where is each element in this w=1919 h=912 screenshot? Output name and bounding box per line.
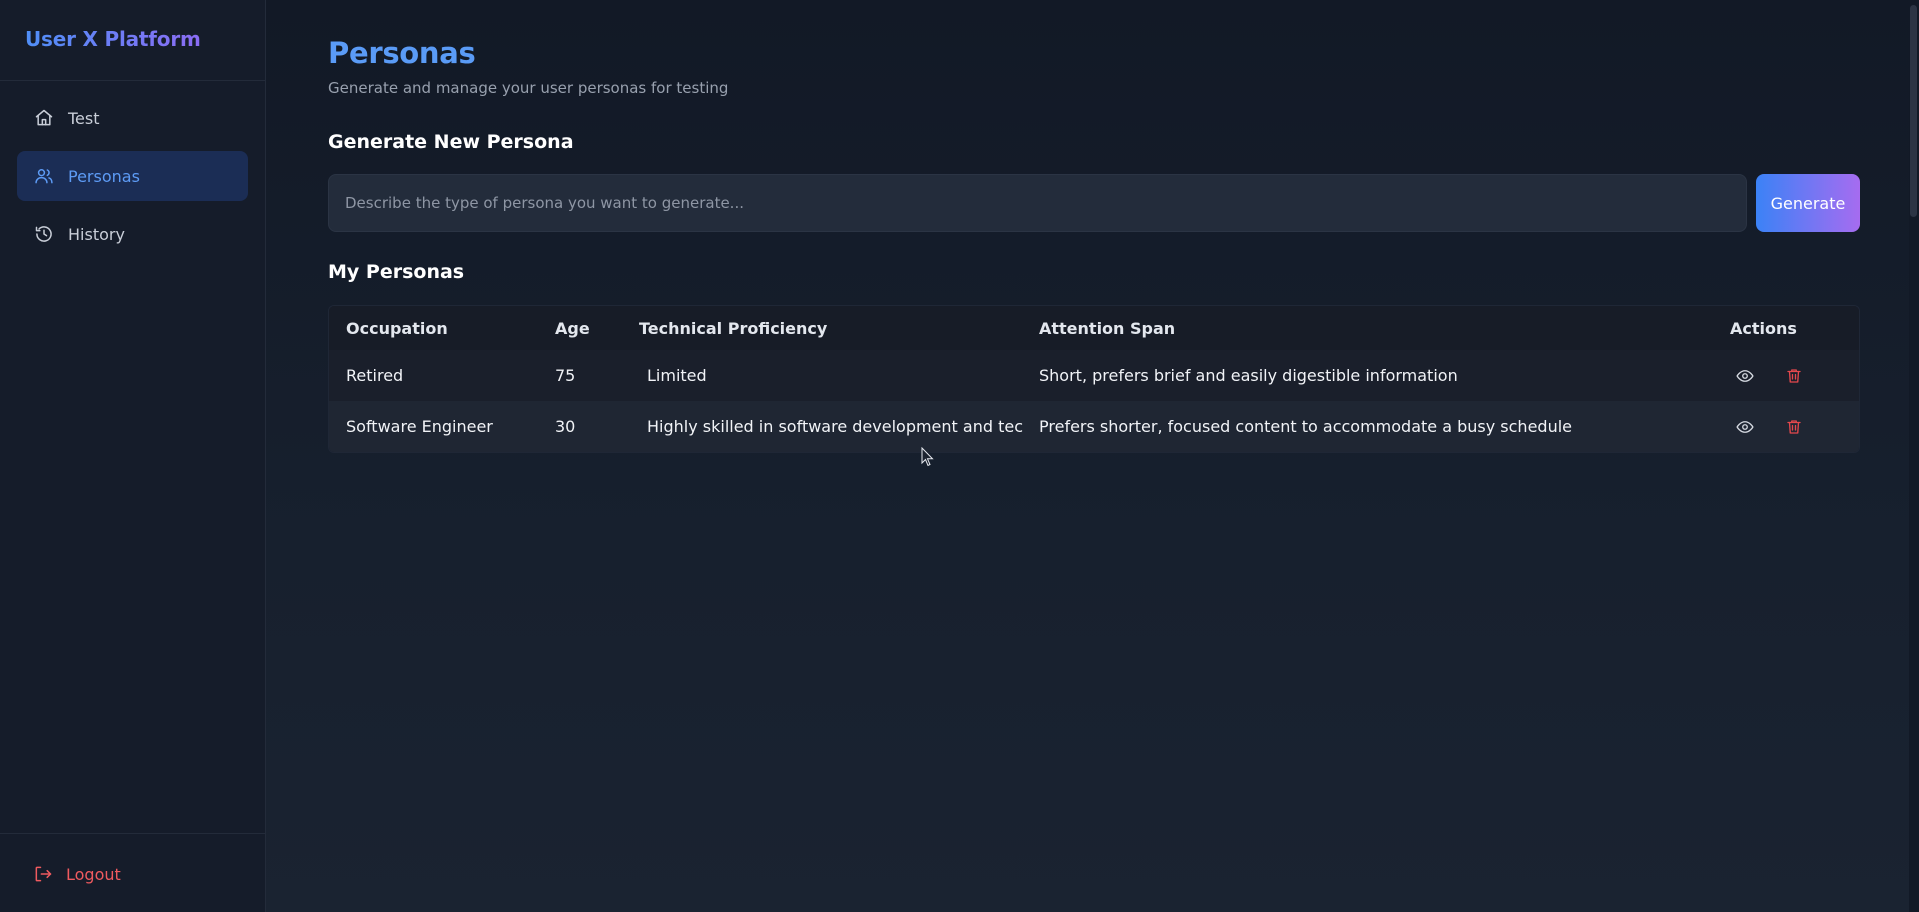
column-header-technical-proficiency[interactable]: Technical Proficiency [639,319,1039,338]
users-icon [34,166,54,186]
cell-technical-proficiency: Limited [639,366,1039,385]
scrollbar-thumb[interactable] [1910,5,1917,217]
persona-description-input[interactable] [328,174,1747,232]
column-header-actions: Actions [1730,318,1797,338]
cell-age: 75 [555,366,576,385]
view-persona-button[interactable] [1735,417,1755,437]
home-icon [34,108,54,128]
sidebar-item-test[interactable]: Test [17,93,248,143]
sidebar-item-history[interactable]: History [17,209,248,259]
cell-attention-span: Prefers shorter, focused content to acco… [1039,417,1572,436]
my-personas-title: My Personas [328,261,465,283]
cell-actions [1730,417,1859,437]
cell-occupation: Retired [346,366,404,385]
column-header-attention-span[interactable]: Attention Span [1039,319,1730,338]
cell-occupation: Software Engineer [346,417,493,436]
cell-technical-proficiency-text: Highly skilled in software development a… [647,417,1023,436]
cell-technical-proficiency-text: Limited [647,366,707,385]
brand-title: User X Platform [25,27,201,51]
app-root: User X Platform Test Personas History Lo… [0,0,1919,912]
generate-button[interactable]: Generate [1756,174,1860,232]
trash-icon [1787,419,1801,434]
main-content: Personas Generate and manage your user p… [266,0,1919,912]
page-subtitle: Generate and manage your user personas f… [328,79,729,97]
column-header-occupation[interactable]: Occupation [329,319,555,338]
delete-persona-button[interactable] [1784,366,1804,386]
sidebar-footer: Logout [0,833,265,912]
sidebar-item-personas[interactable]: Personas [17,151,248,201]
generate-form: Generate [328,174,1860,232]
brand: User X Platform [0,0,265,81]
cell-attention-span: Short, prefers brief and easily digestib… [1039,366,1458,385]
cell-technical-proficiency: Highly skilled in software development a… [639,417,1039,436]
table-header: Occupation Age Technical Proficiency Att… [329,306,1859,350]
sidebar-item-label: Test [68,108,100,128]
logout-button[interactable]: Logout [33,864,265,884]
logout-icon [33,864,53,884]
sidebar-nav: Test Personas History [0,81,265,259]
cell-actions [1730,366,1859,386]
cell-age: 30 [555,417,576,436]
history-icon [34,224,54,244]
eye-icon [1736,420,1754,433]
sidebar-item-label: Personas [68,166,140,186]
table-row[interactable]: Software Engineer 30 Highly skilled in s… [329,401,1859,452]
trash-icon [1787,368,1801,383]
sidebar-item-label: History [68,224,125,244]
sidebar: User X Platform Test Personas History Lo… [0,0,266,912]
page-title: Personas [328,36,476,70]
vertical-scrollbar[interactable] [1909,0,1919,912]
logout-label: Logout [66,864,121,884]
personas-table: Occupation Age Technical Proficiency Att… [328,305,1860,453]
generate-section-title: Generate New Persona [328,131,574,153]
mouse-cursor-icon [921,447,934,467]
view-persona-button[interactable] [1735,366,1755,386]
column-header-age[interactable]: Age [555,319,639,338]
eye-icon [1736,369,1754,382]
delete-persona-button[interactable] [1784,417,1804,437]
table-row[interactable]: Retired 75 Limited Short, prefers brief … [329,350,1859,401]
